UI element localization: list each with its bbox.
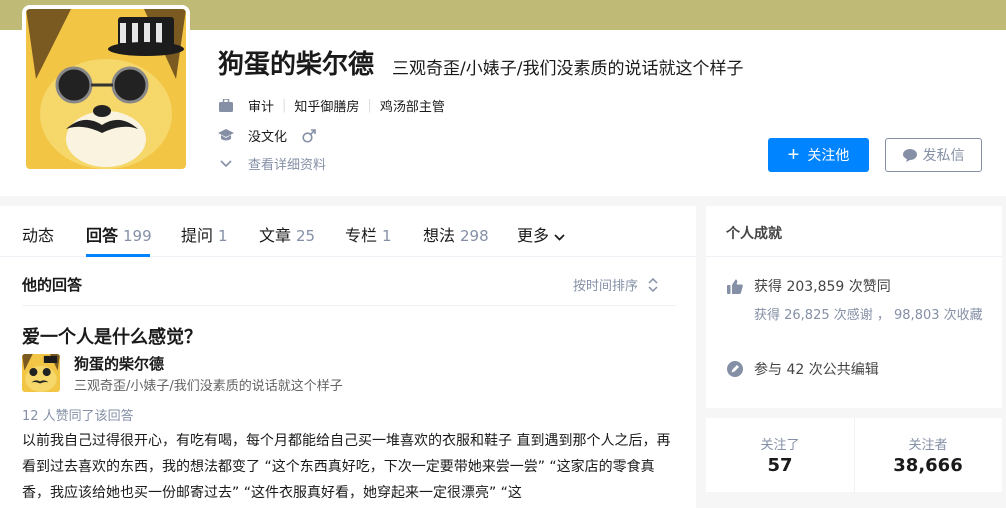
tab-activity[interactable]: 动态	[22, 222, 54, 246]
follow-stats-card: 关注了 57 关注者 38,666	[706, 418, 1002, 492]
sort-label: 按时间排序	[573, 279, 639, 294]
employment-industry[interactable]: 审计	[248, 96, 274, 115]
followers-count: 38,666	[893, 455, 963, 476]
tab-pins[interactable]: 想法 298	[423, 222, 489, 246]
edits-text: 参与 42 次公共编辑	[754, 362, 879, 378]
tab-count: 298	[460, 227, 489, 245]
active-tab-indicator	[86, 254, 150, 257]
tab-columns[interactable]: 专栏 1	[345, 222, 392, 246]
question-title[interactable]: 爱一个人是什么感觉？	[22, 323, 202, 349]
chat-bubble-icon	[902, 148, 917, 162]
employment-company[interactable]: 知乎御膳房	[294, 96, 359, 115]
edit-compass-icon	[726, 360, 744, 378]
profile-headline: 三观奇歪/小婊子/我们没素质的说话就这个样子	[392, 59, 744, 79]
tab-label: 提问	[181, 226, 214, 245]
following-label: 关注了	[760, 438, 800, 453]
male-icon	[301, 128, 317, 144]
send-message-label: 发私信	[922, 147, 965, 163]
author-name[interactable]: 狗蛋的柴尔德	[74, 353, 164, 374]
sort-toggle[interactable]: 按时间排序	[573, 275, 658, 294]
tab-answers[interactable]: 回答 199	[86, 222, 152, 246]
thumbs-up-icon	[726, 277, 744, 295]
answer-excerpt[interactable]: 以前我自己过得很开心，有吃有喝，每个月都能给自己买一堆喜欢的衣服和鞋子 直到遇到…	[22, 428, 678, 506]
profile-tabs: 动态 回答 199 提问 1 文章 25 专栏 1 想法 298 更多	[0, 206, 696, 257]
profile-main: 动态 回答 199 提问 1 文章 25 专栏 1 想法 298 更多 他的回答 按时间排…	[0, 206, 696, 508]
separator: |	[367, 98, 372, 113]
briefcase-icon	[218, 98, 234, 114]
sort-arrows-icon	[648, 277, 658, 292]
tab-count: 199	[123, 227, 152, 245]
view-details-label: 查看详细资料	[248, 158, 327, 173]
followers-stat[interactable]: 关注者 38,666	[854, 418, 1002, 492]
tab-label: 动态	[22, 226, 55, 245]
tab-label: 专栏	[345, 226, 378, 245]
employment-position[interactable]: 鸡汤部主管	[380, 96, 445, 115]
achievement-likes: 获得 203,859 次赞同	[726, 276, 891, 296]
tab-count: 1	[218, 227, 228, 245]
tab-questions[interactable]: 提问 1	[181, 222, 228, 246]
followers-label: 关注者	[908, 438, 948, 453]
graduation-cap-icon	[218, 128, 234, 144]
achievements-card: 个人成就 获得 203,859 次赞同 获得 26,825 次感谢 ， 98,8…	[706, 206, 1002, 408]
answers-section-title: 他的回答	[22, 276, 83, 294]
tab-more[interactable]: 更多	[517, 222, 565, 246]
employment-row: 审计 | 知乎御膳房 | 鸡汤部主管	[218, 96, 445, 115]
tab-label: 想法	[423, 226, 456, 245]
chevron-down-icon	[218, 156, 234, 172]
following-stat[interactable]: 关注了 57	[706, 418, 854, 492]
achievements-title: 个人成就	[726, 226, 782, 242]
send-message-button[interactable]: 发私信	[885, 138, 982, 172]
tab-label: 回答	[86, 226, 119, 245]
plus-icon: +	[787, 144, 800, 166]
profile-name: 狗蛋的柴尔德	[218, 50, 375, 80]
divider	[706, 256, 1002, 257]
doge-avatar-image	[22, 354, 60, 392]
view-details-link[interactable]: 查看详细资料	[218, 154, 326, 173]
tab-label: 更多	[517, 226, 550, 245]
tab-label: 文章	[259, 226, 292, 245]
doge-avatar-image	[26, 9, 186, 169]
profile-header: 狗蛋的柴尔德 三观奇歪/小婊子/我们没素质的说话就这个样子 审计 | 知乎御膳房…	[0, 0, 1006, 196]
achievement-edits: 参与 42 次公共编辑	[726, 359, 879, 379]
divider	[22, 305, 676, 306]
author-avatar[interactable]	[22, 354, 60, 392]
following-count: 57	[767, 455, 793, 476]
follow-button[interactable]: + 关注他	[768, 138, 869, 172]
education-row: 没文化	[218, 126, 317, 145]
thanks-favorites-text: 获得 26,825 次感谢 ， 98,803 次收藏	[754, 308, 983, 323]
profile-avatar[interactable]	[22, 5, 190, 173]
tab-count: 1	[382, 227, 392, 245]
vote-count: 12 人赞同了该回答	[22, 409, 134, 424]
education-value[interactable]: 没文化	[248, 126, 287, 145]
separator: |	[282, 98, 287, 113]
author-headline: 三观奇歪/小婊子/我们没素质的说话就这个样子	[74, 379, 343, 394]
tab-count: 25	[296, 227, 316, 245]
chevron-down-icon	[554, 234, 565, 241]
likes-text: 获得 203,859 次赞同	[754, 279, 891, 295]
tab-articles[interactable]: 文章 25	[259, 222, 315, 246]
follow-label: 关注他	[807, 147, 850, 163]
